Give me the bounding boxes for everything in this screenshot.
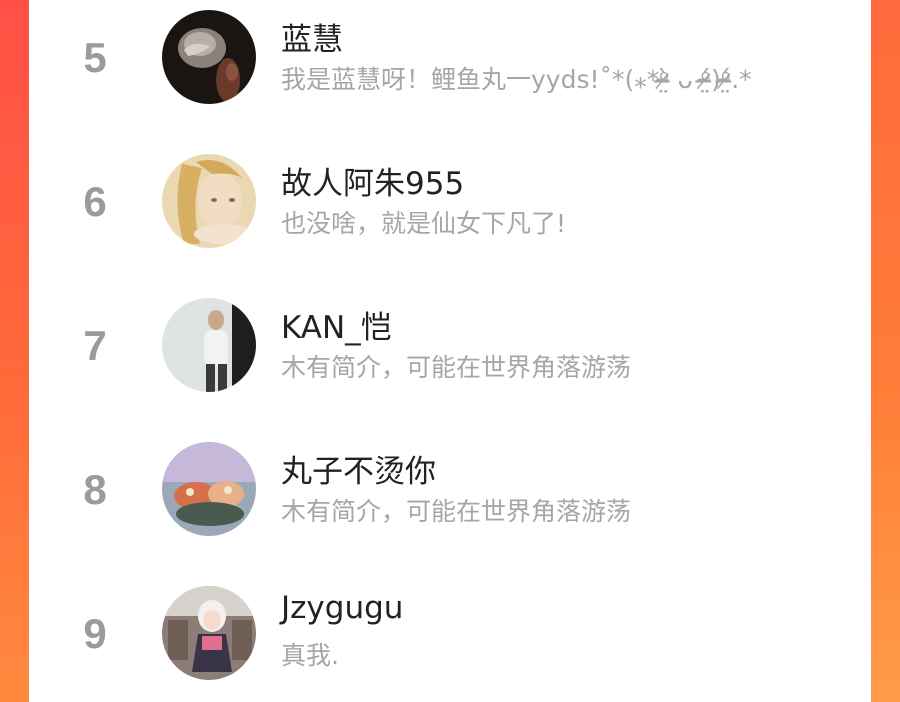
ranking-list: 5 蓝慧 我是蓝慧呀！鲤鱼丸一yyds!˚*(⁎*ᵒ̴̶̷̤̀ ᴗ ᵒ̴̶̷̤́… [29,0,871,702]
background-frame-right [870,0,900,702]
user-name[interactable]: 蓝慧 [281,14,343,59]
user-name[interactable]: KAN_恺 [281,302,392,347]
avatar[interactable] [162,442,256,536]
user-bio: 真我. [281,641,339,670]
avatar[interactable] [162,586,256,680]
user-bio: 也没啥，就是仙女下凡了! [281,209,567,238]
rank-number: 8 [83,466,107,513]
portrait-man-icon [162,298,256,392]
list-item[interactable]: 9 Jzygugu 真我. [29,576,871,696]
list-item[interactable]: 7 KAN_恺 木有简介，可能在世界角落游荡 [29,288,871,408]
portrait-girl-icon [162,154,256,248]
portrait-anime-icon [162,586,256,680]
list-item[interactable]: 6 故人阿朱955 也没啥，就是仙女下凡了! [29,144,871,264]
user-name[interactable]: 故人阿朱955 [281,158,464,203]
rank-number: 7 [83,322,107,369]
rank-number: 6 [83,178,107,225]
avatar[interactable] [162,154,256,248]
portrait-food-icon [162,442,256,536]
avatar[interactable] [162,298,256,392]
list-item[interactable]: 5 蓝慧 我是蓝慧呀！鲤鱼丸一yyds!˚*(⁎*ᵒ̴̶̷̤̀ ᴗ ᵒ̴̶̷̤́… [29,0,871,120]
avatar[interactable] [162,10,256,104]
portrait-dark-icon [162,10,256,104]
rank-number: 9 [83,610,107,657]
user-name[interactable]: 丸子不烫你 [281,446,436,491]
user-bio: 木有简介，可能在世界角落游荡 [281,497,632,526]
user-bio: 木有简介，可能在世界角落游荡 [281,353,632,382]
list-item[interactable]: 8 丸子不烫你 木有简介，可能在世界角落游荡 [29,432,871,552]
user-bio: 我是蓝慧呀！鲤鱼丸一yyds!˚*(⁎*ᵒ̴̶̷̤̀ ᴗ ᵒ̴̶̷̤́)ᵒ̴̶̷… [281,65,752,94]
user-name[interactable]: Jzygugu [281,590,403,626]
rank-number: 5 [83,34,107,81]
